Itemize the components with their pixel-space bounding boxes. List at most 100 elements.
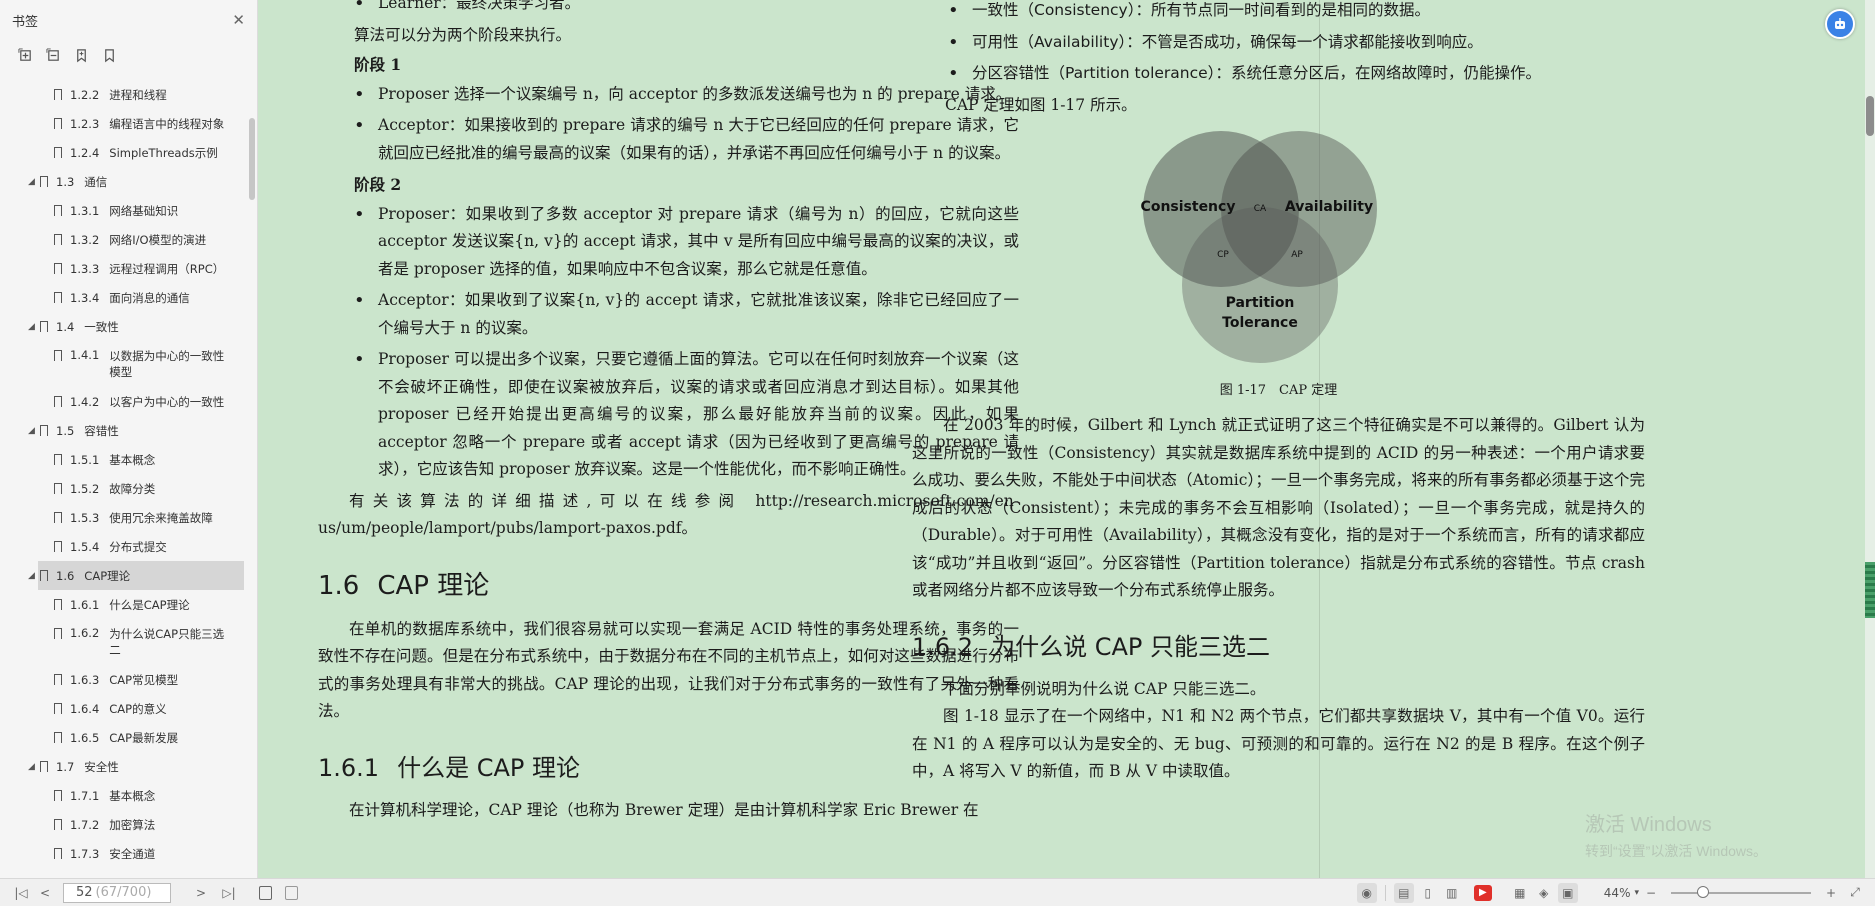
bookmark-icon: [54, 512, 62, 523]
toc-item[interactable]: 1.6.4 CAP的意义: [0, 694, 250, 723]
collapse-all-icon[interactable]: [42, 44, 64, 66]
toc-item[interactable]: 1.4.1 以数据为中心的一致性模型: [0, 341, 250, 387]
toc-item[interactable]: ◢ 1.3 通信: [0, 167, 250, 196]
bullet-text: 不管是否成功，确保每一个请求都能接收到响应。: [1141, 32, 1483, 51]
sidebar-toolbar: [0, 40, 257, 70]
sidebar-title: 书签: [12, 14, 39, 30]
toc-item[interactable]: 1.7.2 加密算法: [0, 810, 250, 839]
toc-item[interactable]: 1.5.4 分布式提交: [0, 532, 250, 561]
toc-label: 远程过程调用（RPC）: [109, 261, 225, 276]
toc-label: 为什么说CAP只能三选二: [109, 627, 225, 657]
toc-label: CAP最新发展: [109, 730, 179, 745]
toc-label: 安全性: [84, 759, 119, 774]
document-view: Learner：最终决策学习者。 算法可以分为两个阶段来执行。 阶段 1 Pro…: [259, 0, 1864, 878]
double-page-view-icon[interactable]: ▥: [1442, 883, 1462, 903]
toc-item[interactable]: 1.2.4 SimpleThreads示例: [0, 138, 250, 167]
bookmark-icon[interactable]: [98, 44, 120, 66]
toc-item[interactable]: 1.3.2 网络I/O模型的演进: [0, 225, 250, 254]
next-page-icon[interactable]: >: [191, 883, 211, 903]
toc-label: CAP常见模型: [109, 672, 179, 687]
zoom-level[interactable]: 44%: [1604, 886, 1631, 900]
toc-num: 1.2.2: [70, 87, 100, 102]
expand-all-icon[interactable]: [14, 44, 36, 66]
toc-item[interactable]: 1.6.5 CAP最新发展: [0, 723, 250, 752]
toc-num: 1.7.1: [70, 788, 100, 803]
zoom-dropdown-icon[interactable]: ▾: [1634, 888, 1639, 898]
toc-label: 面向消息的通信: [109, 290, 190, 305]
night-mode-icon[interactable]: ◈: [1534, 883, 1554, 903]
bookmark-icon: [54, 396, 62, 407]
toc-num: 1.3.1: [70, 203, 100, 218]
toc-item[interactable]: 1.5.1 基本概念: [0, 445, 250, 474]
zoom-in-icon[interactable]: +: [1821, 883, 1841, 903]
add-bookmark-icon[interactable]: [70, 44, 92, 66]
toc-item[interactable]: 1.3.4 面向消息的通信: [0, 283, 250, 312]
toc-item[interactable]: 1.5.3 使用冗余来掩盖故障: [0, 503, 250, 532]
toc-item[interactable]: 1.6.2 为什么说CAP只能三选二: [0, 619, 250, 665]
toc-item[interactable]: 1.2.2 进程和线程: [0, 80, 250, 109]
toc-item[interactable]: 1.6.3 CAP常见模型: [0, 665, 250, 694]
sidebar-scrollbar[interactable]: [249, 118, 255, 200]
venn-label-ca: CA: [1254, 204, 1267, 214]
section-title: CAP 理论: [377, 570, 490, 601]
zoom-slider-knob[interactable]: [1697, 885, 1709, 898]
toc-label: 基本概念: [109, 788, 156, 803]
toc-label: 进程和线程: [109, 87, 167, 102]
toc-item[interactable]: 1.7.1 基本概念: [0, 781, 250, 810]
toc-item[interactable]: 1.4.2 以客户为中心的一致性: [0, 387, 250, 416]
rotate-page-icon[interactable]: [255, 883, 275, 903]
bookmark-icon: [40, 176, 48, 187]
page-number-input[interactable]: 52 (67/700): [63, 882, 171, 903]
toc-item[interactable]: ◢ 1.5 容错性: [0, 416, 250, 445]
toc-item[interactable]: 1.3.3 远程过程调用（RPC）: [0, 254, 250, 283]
paragraph: CAP 定理如图 1-17 所示。: [945, 95, 1137, 114]
collapse-arrow-icon[interactable]: ◢: [28, 177, 40, 187]
toc-num: 1.2.3: [70, 116, 100, 131]
first-page-icon[interactable]: |◁: [11, 883, 31, 903]
fit-page-icon[interactable]: [281, 883, 301, 903]
toc-num: 1.3: [56, 174, 75, 189]
collapse-arrow-icon[interactable]: ◢: [28, 571, 40, 581]
venn-label-p1: Partition: [1226, 295, 1295, 311]
subsection-title: 为什么说 CAP 只能三选二: [991, 632, 1270, 661]
collapse-arrow-icon[interactable]: ◢: [28, 426, 40, 436]
toc-item-selected[interactable]: ◢ 1.6 CAP理论: [0, 561, 250, 590]
bookmark-icon: [54, 205, 62, 216]
page-total: (67/700): [95, 885, 152, 900]
fit-width-icon[interactable]: ▣: [1557, 882, 1578, 903]
subsection-number: 1.6.1: [318, 753, 380, 782]
toc-label: 网络基础知识: [109, 203, 179, 218]
read-mode-icon[interactable]: ▦: [1510, 883, 1530, 903]
scrollbar-thumb[interactable]: [1866, 96, 1874, 136]
bookmark-icon: [54, 790, 62, 801]
toc-label: 分布式提交: [109, 539, 167, 554]
eye-protection-icon[interactable]: ◉: [1356, 882, 1377, 903]
close-icon[interactable]: ✕: [232, 11, 245, 29]
toc-label: 基本概念: [109, 452, 156, 467]
toc-item[interactable]: 1.2.3 编程语言中的线程对象: [0, 109, 250, 138]
side-panel-tab[interactable]: [1865, 562, 1875, 618]
bullet-head: 分区容错性（Partition tolerance）：: [972, 64, 1231, 82]
toc-item[interactable]: 1.5.2 故障分类: [0, 474, 250, 503]
prev-page-icon[interactable]: <: [35, 883, 55, 903]
toc-item[interactable]: 1.7.3 安全通道: [0, 839, 250, 868]
bullet-item: 分区容错性（Partition tolerance）：系统任意分区后，在网络故障…: [912, 60, 1645, 88]
toc-item[interactable]: 1.3.1 网络基础知识: [0, 196, 250, 225]
floating-assistant-button[interactable]: [1825, 9, 1855, 39]
toc-num: 1.7: [56, 759, 75, 774]
toc-num: 1.5.2: [70, 481, 100, 496]
last-page-icon[interactable]: ▷|: [219, 883, 239, 903]
play-slideshow-icon[interactable]: ▶: [1473, 884, 1492, 901]
collapse-arrow-icon[interactable]: ◢: [28, 762, 40, 772]
collapse-arrow-icon[interactable]: ◢: [28, 322, 40, 332]
continuous-view-icon[interactable]: ▯: [1418, 883, 1438, 903]
toc-item[interactable]: 1.6.1 什么是CAP理论: [0, 590, 250, 619]
toc-item[interactable]: ◢ 1.7 安全性: [0, 752, 250, 781]
single-page-view-icon[interactable]: ▤: [1393, 882, 1414, 903]
zoom-out-icon[interactable]: −: [1641, 883, 1661, 903]
bullet-item: 可用性（Availability）：不管是否成功，确保每一个请求都能接收到响应。: [912, 29, 1645, 57]
zoom-slider[interactable]: [1671, 885, 1811, 898]
bookmark-icon: [54, 541, 62, 552]
fullscreen-icon[interactable]: ⤢: [1845, 883, 1865, 903]
toc-item[interactable]: ◢ 1.4 一致性: [0, 312, 250, 341]
